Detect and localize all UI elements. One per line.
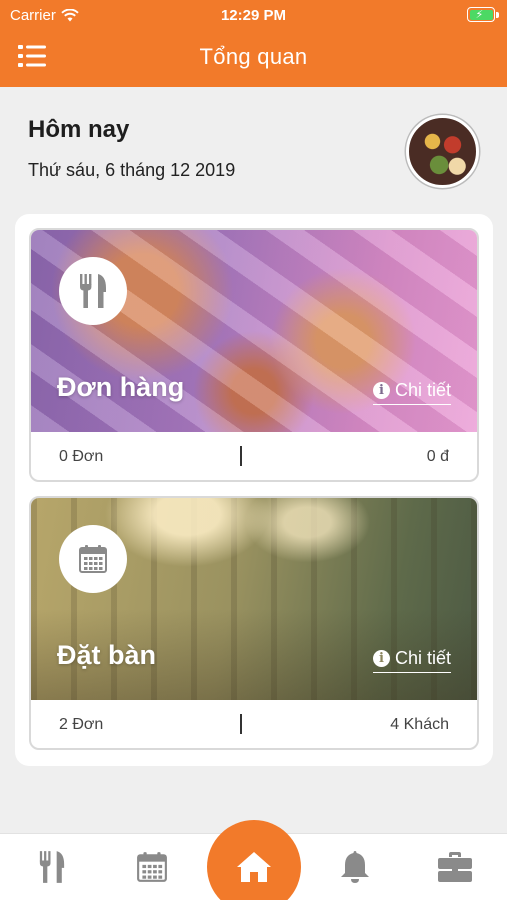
booking-card[interactable]: Đặt bàn i Chi tiết 2 Đơn 4 Khách xyxy=(29,496,479,750)
app-header: Carrier 12:29 PM ⚡ Tổng quan xyxy=(0,0,507,87)
cutlery-icon xyxy=(80,274,106,308)
orders-count: 0 Đơn xyxy=(59,448,104,465)
page-title: Tổng quan xyxy=(199,44,308,69)
stats-divider xyxy=(240,446,242,466)
booking-card-image: Đặt bàn i Chi tiết xyxy=(31,498,477,700)
booking-title: Đặt bàn xyxy=(57,640,157,670)
orders-detail-link[interactable]: i Chi tiết xyxy=(372,380,451,405)
info-icon: i xyxy=(372,650,390,667)
orders-card-image: Đơn hàng i Chi tiết xyxy=(31,230,477,432)
stats-divider xyxy=(240,714,242,734)
orders-stats: 0 Đơn 0 đ xyxy=(31,432,477,480)
avatar[interactable] xyxy=(406,115,479,188)
bottom-nav xyxy=(0,820,507,900)
overview-panel: Đơn hàng i Chi tiết 0 Đơn 0 đ Đặt bàn i … xyxy=(15,214,493,766)
briefcase-icon xyxy=(438,852,472,882)
calendar-icon xyxy=(79,545,107,573)
today-date: Thứ sáu, 6 tháng 12 2019 xyxy=(28,160,236,180)
orders-card[interactable]: Đơn hàng i Chi tiết 0 Đơn 0 đ xyxy=(29,228,479,482)
orders-revenue: 0 đ xyxy=(426,448,449,465)
booking-guests: 4 Khách xyxy=(390,716,449,733)
nav-booking-button[interactable] xyxy=(132,847,172,887)
cutlery-icon xyxy=(39,851,65,883)
calendar-icon xyxy=(137,852,167,882)
booking-detail-label: Chi tiết xyxy=(394,648,451,668)
today-heading: Hôm nay xyxy=(28,116,130,143)
booking-icon-badge xyxy=(59,525,127,593)
booking-stats: 2 Đơn 4 Khách xyxy=(31,700,477,748)
battery-icon: ⚡ xyxy=(467,7,499,22)
nav-orders-button[interactable] xyxy=(32,847,72,887)
booking-count: 2 Đơn xyxy=(59,716,104,733)
home-icon xyxy=(237,852,271,882)
nav-briefcase-button[interactable] xyxy=(435,847,475,887)
orders-icon-badge xyxy=(59,257,127,325)
booking-detail-link[interactable]: i Chi tiết xyxy=(372,648,451,673)
status-bar: Carrier 12:29 PM ⚡ xyxy=(0,0,507,30)
orders-title: Đơn hàng xyxy=(57,372,185,402)
orders-detail-label: Chi tiết xyxy=(394,380,451,400)
nav-notifications-button[interactable] xyxy=(335,847,375,887)
status-time: 12:29 PM xyxy=(220,7,287,24)
bell-icon xyxy=(341,851,369,883)
nav-home-button[interactable] xyxy=(207,820,301,900)
info-icon: i xyxy=(372,382,390,399)
